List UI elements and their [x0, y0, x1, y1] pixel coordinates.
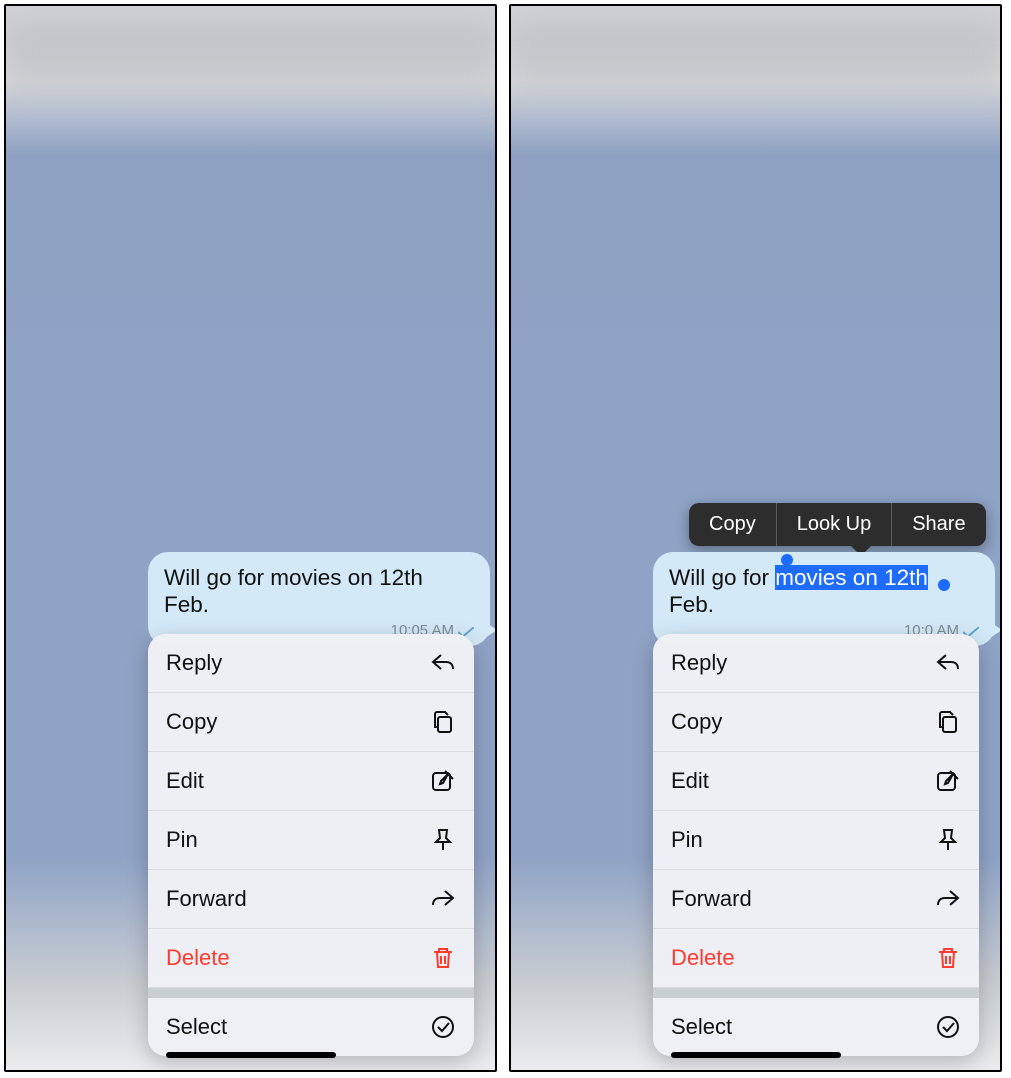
menu-item-forward[interactable]: Forward	[653, 870, 979, 929]
menu-label: Forward	[166, 886, 247, 912]
popover-copy[interactable]: Copy	[689, 503, 777, 546]
home-indicator[interactable]	[671, 1052, 841, 1058]
message-text: Will go for movies on 12th Feb.	[669, 565, 928, 617]
message-bubble[interactable]: Will go for movies on 12th Feb. 10:05 AM	[148, 552, 490, 646]
message-bubble-container: Will go for movies on 12th Feb. 10:05 AM	[148, 552, 490, 646]
menu-label: Delete	[671, 945, 735, 971]
message-text: Will go for movies on 12th Feb.	[164, 565, 423, 617]
select-icon	[430, 1014, 456, 1040]
edit-icon	[935, 768, 961, 794]
selection-handle-end[interactable]	[938, 579, 950, 591]
pin-icon	[430, 827, 456, 853]
menu-label: Pin	[166, 827, 198, 853]
menu-label: Select	[671, 1014, 732, 1040]
menu-item-forward[interactable]: Forward	[148, 870, 474, 929]
reply-icon	[935, 650, 961, 676]
forward-icon	[430, 886, 456, 912]
pin-icon	[935, 827, 961, 853]
popover-share[interactable]: Share	[892, 503, 985, 546]
reply-icon	[430, 650, 456, 676]
popover-lookup[interactable]: Look Up	[777, 503, 893, 546]
menu-item-edit[interactable]: Edit	[148, 752, 474, 811]
menu-label: Edit	[166, 768, 204, 794]
menu-separator	[653, 988, 979, 998]
menu-item-select[interactable]: Select	[653, 998, 979, 1056]
menu-label: Reply	[671, 650, 727, 676]
context-menu: Reply Copy Edit Pin Forward	[148, 634, 474, 1056]
trash-icon	[935, 945, 961, 971]
selection-handle-start[interactable]	[781, 554, 793, 566]
menu-label: Forward	[671, 886, 752, 912]
message-bubble[interactable]: Will go for movies on 12th Feb. 10:0 AM	[653, 552, 995, 646]
menu-item-edit[interactable]: Edit	[653, 752, 979, 811]
menu-separator	[148, 988, 474, 998]
status-blur	[6, 20, 495, 90]
context-menu: Reply Copy Edit Pin Forward	[653, 634, 979, 1056]
menu-label: Edit	[671, 768, 709, 794]
message-selection[interactable]: movies on 12th	[775, 565, 928, 590]
copy-icon	[935, 709, 961, 735]
menu-label: Copy	[671, 709, 722, 735]
menu-label: Reply	[166, 650, 222, 676]
message-pre: Will go for	[669, 565, 775, 590]
menu-item-pin[interactable]: Pin	[653, 811, 979, 870]
menu-item-select[interactable]: Select	[148, 998, 474, 1056]
message-bubble-container: Will go for movies on 12th Feb. 10:0 AM	[653, 552, 995, 646]
select-icon	[935, 1014, 961, 1040]
home-indicator[interactable]	[166, 1052, 336, 1058]
menu-label: Delete	[166, 945, 230, 971]
text-selection-popover: Copy Look Up Share	[689, 503, 986, 546]
forward-icon	[935, 886, 961, 912]
menu-item-reply[interactable]: Reply	[148, 634, 474, 693]
menu-label: Select	[166, 1014, 227, 1040]
trash-icon	[430, 945, 456, 971]
menu-item-delete[interactable]: Delete	[653, 929, 979, 988]
menu-item-copy[interactable]: Copy	[653, 693, 979, 752]
menu-item-copy[interactable]: Copy	[148, 693, 474, 752]
menu-item-pin[interactable]: Pin	[148, 811, 474, 870]
message-post: Feb.	[669, 592, 714, 617]
menu-label: Copy	[166, 709, 217, 735]
menu-item-delete[interactable]: Delete	[148, 929, 474, 988]
edit-icon	[430, 768, 456, 794]
copy-icon	[430, 709, 456, 735]
screenshot-left: Will go for movies on 12th Feb. 10:05 AM…	[4, 4, 497, 1072]
screenshot-right: Copy Look Up Share Will go for movies on…	[509, 4, 1002, 1072]
status-blur	[511, 20, 1000, 90]
menu-label: Pin	[671, 827, 703, 853]
menu-item-reply[interactable]: Reply	[653, 634, 979, 693]
